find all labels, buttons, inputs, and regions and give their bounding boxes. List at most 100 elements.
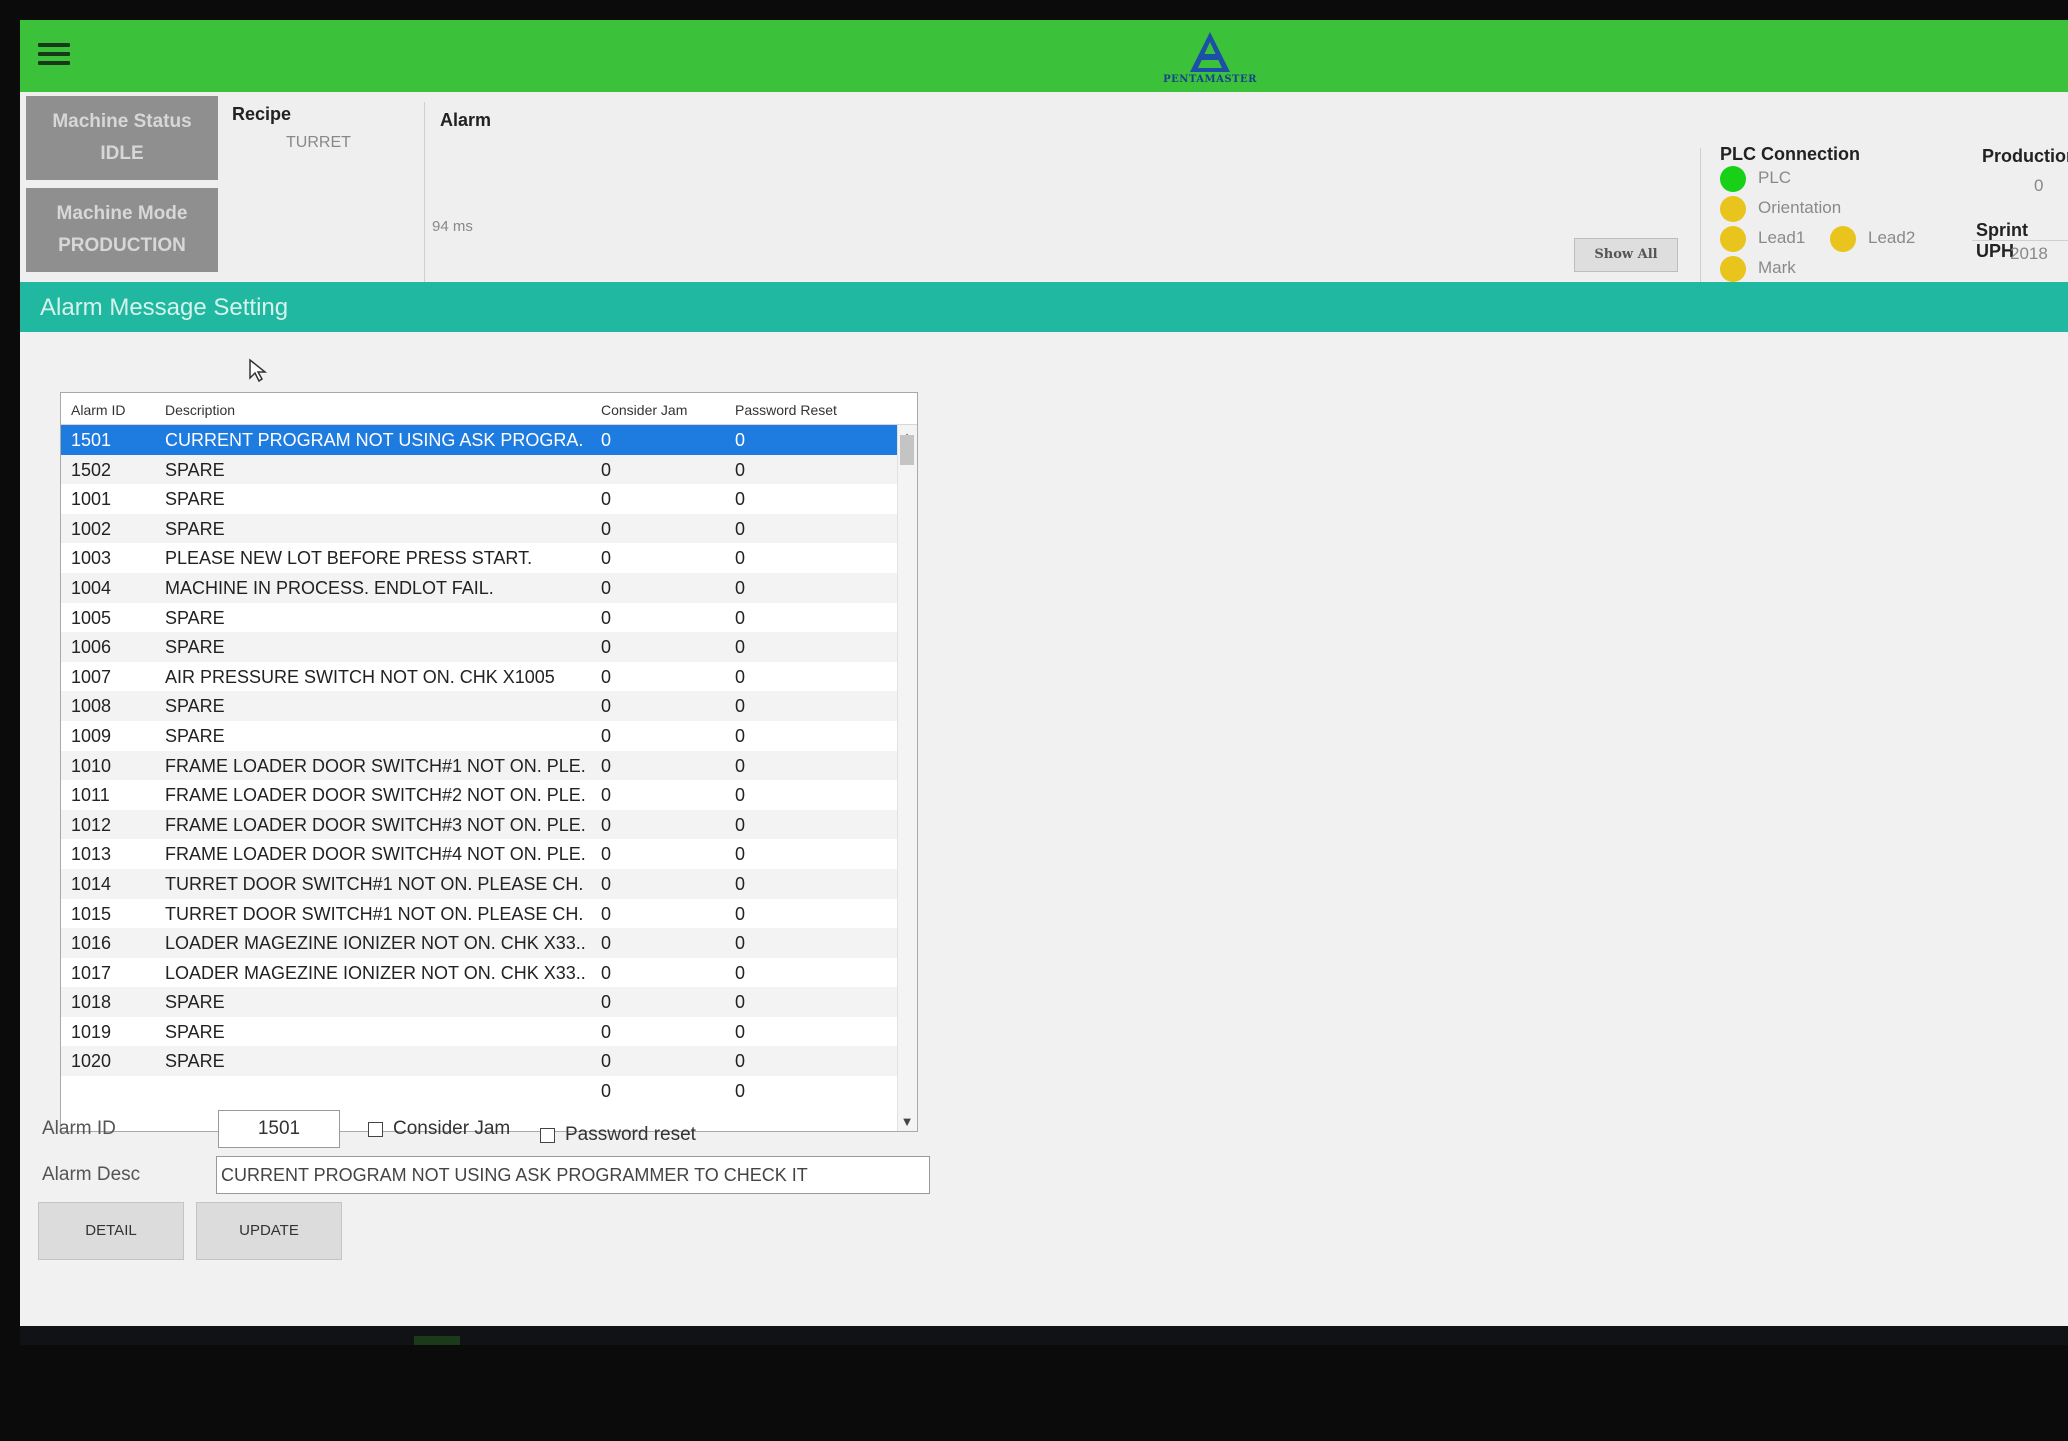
table-row[interactable]: 1502 SPARE 0 0 (61, 454, 897, 485)
table-row[interactable]: 1002 SPARE 0 0 (61, 513, 897, 544)
table-scrollbar[interactable]: ▲ ▼ (897, 425, 917, 1131)
visual-studio-icon[interactable]: ⋈ (322, 1336, 368, 1346)
terminal-icon[interactable]: ▣ (186, 1336, 232, 1346)
checkbox-icon[interactable] (368, 1121, 383, 1137)
password-reset-cell: 0 (735, 637, 746, 658)
table-row[interactable]: 1016 LOADER MAGEZINE IONIZER NOT ON. CHK … (61, 928, 897, 958)
table-body: 1501 CURRENT PROGRAM NOT USING ASK PROGRA… (61, 425, 897, 1106)
table-row[interactable]: 1005 SPARE 0 0 (61, 603, 897, 633)
consider-jam-cell: 0 (601, 785, 612, 806)
column-header-description[interactable]: Description (165, 402, 235, 418)
description-cell: PLEASE NEW LOT BEFORE PRESS START. (165, 548, 533, 569)
lead1-status-led (1720, 226, 1746, 252)
consider-jam-cell: 0 (601, 725, 612, 746)
scroll-down-icon[interactable]: ▼ (899, 1114, 915, 1129)
production-label: Production (1982, 146, 2068, 166)
table-row[interactable]: 1004 MACHINE IN PROCESS. ENDLOT FAIL. 0 0 (61, 572, 897, 603)
password-reset-cell: 0 (735, 577, 746, 598)
task-view-icon[interactable]: ❒ (100, 1336, 146, 1346)
table-row[interactable]: 1501 CURRENT PROGRAM NOT USING ASK PROGRA… (61, 425, 897, 455)
detail-button[interactable]: DETAIL (38, 1202, 184, 1260)
app-icon[interactable]: ◆ (142, 1336, 188, 1346)
table-row[interactable]: 1001 SPARE 0 0 (61, 484, 897, 514)
description-cell: AIR PRESSURE SWITCH NOT ON. CHK X1005 (165, 666, 555, 687)
table-row[interactable]: 00 (61, 1076, 897, 1106)
password-reset-cell: 0 (735, 1081, 746, 1102)
alarm-desc-field[interactable]: CURRENT PROGRAM NOT USING ASK PROGRAMMER… (216, 1156, 930, 1194)
password-reset-cell: 0 (735, 992, 746, 1013)
password-reset-cell: 0 (735, 785, 746, 806)
table-row[interactable]: 1010 FRAME LOADER DOOR SWITCH#1 NOT ON. P… (61, 750, 897, 781)
orientation-led-label: Orientation (1758, 198, 1842, 217)
table-row[interactable]: 1015 TURRET DOOR SWITCH#1 NOT ON. PLEASE … (61, 899, 897, 929)
password-reset-cell: 0 (735, 430, 746, 450)
alarm-id-label: Alarm ID (42, 1118, 116, 1139)
checkbox-icon[interactable] (540, 1127, 555, 1143)
section-header: Alarm Message Setting (20, 282, 2068, 332)
search-icon[interactable]: ⌕ (56, 1336, 102, 1345)
lead2-led-label: Lead2 (1868, 228, 1916, 247)
alarm-table[interactable]: Alarm ID Description Consider Jam Passwo… (60, 392, 918, 1132)
update-button[interactable]: UPDATE (196, 1202, 342, 1260)
table-row[interactable]: 1012 FRAME LOADER DOOR SWITCH#3 NOT ON. P… (61, 809, 897, 840)
description-cell: SPARE (165, 518, 225, 539)
consider-jam-cell: 0 (601, 459, 612, 480)
machine-status-tile: Machine Status IDLE (26, 96, 218, 180)
machine-status-label: Machine Status (52, 111, 192, 132)
table-row[interactable]: 1011 FRAME LOADER DOOR SWITCH#2 NOT ON. P… (61, 780, 897, 810)
alarm-id-cell: 1501 (71, 430, 112, 450)
show-all-button[interactable]: Show All (1574, 238, 1678, 272)
table-row[interactable]: 1020 SPARE 0 0 (61, 1046, 897, 1077)
table-row[interactable]: 1013 FRAME LOADER DOOR SWITCH#4 NOT ON. P… (61, 839, 897, 869)
alarm-id-cell: 1502 (71, 459, 112, 480)
consider-jam-checkbox[interactable]: Consider Jam (368, 1118, 510, 1140)
document-icon[interactable]: ▤ (232, 1336, 278, 1346)
alarm-id-cell: 1003 (71, 548, 112, 569)
table-row[interactable]: 1003 PLEASE NEW LOT BEFORE PRESS START. 0 0 (61, 543, 897, 573)
table-row[interactable]: 1007 AIR PRESSURE SWITCH NOT ON. CHK X100… (61, 662, 897, 692)
folder-icon[interactable]: ▬ (278, 1336, 324, 1345)
column-header-consider-jam[interactable]: Consider Jam (601, 402, 687, 418)
app-window: PENTAMASTER Machine Status IDLE Machine … (20, 20, 2068, 1345)
consider-jam-cell: 0 (601, 814, 612, 835)
description-cell: SPARE (165, 459, 225, 480)
password-reset-cell: 0 (735, 873, 746, 894)
table-row[interactable]: 1006 SPARE 0 0 (61, 632, 897, 662)
alarm-id-cell: 1006 (71, 637, 112, 658)
description-cell: SPARE (165, 1051, 225, 1072)
consider-jam-cell: 0 (601, 1021, 612, 1042)
status-panel: Machine Status IDLE Machine Mode PRODUCT… (20, 92, 2068, 308)
consider-jam-cell: 0 (601, 518, 612, 539)
table-row[interactable]: 1017 LOADER MAGEZINE IONIZER NOT ON. CHK … (61, 958, 897, 988)
description-cell: SPARE (165, 1021, 225, 1042)
lead1-led-label: Lead1 (1758, 228, 1806, 247)
password-reset-checkbox[interactable]: Password reset (540, 1124, 696, 1146)
password-reset-cell: 0 (735, 548, 746, 569)
monitor-bezel (0, 1364, 2068, 1441)
table-row[interactable]: 1009 SPARE 0 0 (61, 721, 897, 751)
alarm-id-cell: 1018 (71, 992, 112, 1013)
alarm-id-field[interactable]: 1501 (218, 1110, 340, 1148)
divider (424, 102, 425, 292)
blank-app-icon[interactable] (368, 1336, 414, 1345)
hamburger-menu-icon[interactable] (34, 38, 74, 74)
password-reset-cell: 0 (735, 755, 746, 776)
consider-jam-cell: 0 (601, 577, 612, 598)
p-app-icon[interactable]: P (414, 1336, 460, 1345)
machine-mode-tile: Machine Mode PRODUCTION (26, 188, 218, 272)
description-cell: LOADER MAGEZINE IONIZER NOT ON. CHK X33.… (165, 962, 585, 983)
description-cell: FRAME LOADER DOOR SWITCH#1 NOT ON. PLE..… (165, 755, 585, 776)
consider-jam-cell: 0 (601, 696, 612, 717)
column-header-password-reset[interactable]: Password Reset (735, 402, 837, 418)
alarm-id-cell: 1008 (71, 696, 112, 717)
column-header-alarm-id[interactable]: Alarm ID (71, 402, 125, 418)
consider-jam-cell: 0 (601, 666, 612, 687)
alarm-label: Alarm (440, 110, 492, 130)
logo-text: PENTAMASTER (1163, 74, 1257, 85)
sprint-uph-value: 2018 (2010, 244, 2048, 263)
scroll-thumb[interactable] (900, 435, 914, 465)
table-row[interactable]: 1019 SPARE 0 0 (61, 1017, 897, 1047)
table-row[interactable]: 1014 TURRET DOOR SWITCH#1 NOT ON. PLEASE … (61, 868, 897, 899)
table-row[interactable]: 1008 SPARE 0 0 (61, 691, 897, 721)
table-row[interactable]: 1018 SPARE 0 0 (61, 987, 897, 1017)
